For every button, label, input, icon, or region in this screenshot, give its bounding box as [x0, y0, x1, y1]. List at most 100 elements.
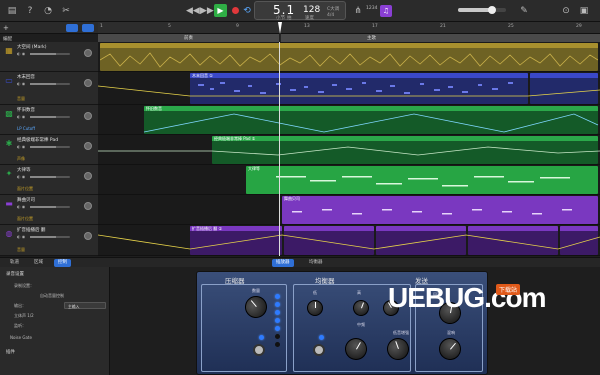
track-pan-knob[interactable]: [84, 112, 92, 120]
editors-icon[interactable]: ✂: [60, 5, 72, 17]
master-volume-thumb[interactable]: [488, 6, 496, 14]
track-header[interactable]: ▩ 怀旧数音 ◐ ◉ LP Cutoff: [0, 105, 98, 135]
track-pan-knob[interactable]: [84, 202, 92, 210]
tab-controls[interactable]: 控制: [54, 259, 71, 267]
automation-line[interactable]: [98, 105, 600, 135]
forward-icon[interactable]: ▶▶: [200, 5, 214, 17]
metronome-icon[interactable]: ♫: [380, 5, 392, 17]
eq-bass-knob[interactable]: [307, 300, 323, 316]
track-header[interactable]: ✦ 大律等 ◐ ◉ 面片位置: [0, 165, 98, 195]
track-inspector: 录音设置 录制设置： 自动音量控制 输出： 主输入 立体声 1/2 监听： No…: [0, 267, 110, 375]
tab-eq[interactable]: 均衡器: [305, 259, 327, 267]
rewind-icon[interactable]: ◀◀: [186, 5, 200, 17]
lcd-key: C大调: [327, 7, 340, 12]
smart-tempo-icon[interactable]: [82, 24, 94, 32]
watermark-logo: UEBUG.com 下载站: [388, 282, 548, 322]
region[interactable]: 舞曲贝司: [282, 196, 598, 224]
record-button[interactable]: [232, 7, 239, 14]
count-in[interactable]: 1234: [366, 6, 377, 11]
track-volume-slider[interactable]: [30, 236, 70, 238]
add-track-icon[interactable]: +: [3, 24, 9, 32]
meter-led: [275, 294, 280, 299]
automation-line[interactable]: [98, 135, 600, 165]
track-volume-slider[interactable]: [30, 116, 70, 118]
track-name: 大律等: [17, 168, 31, 173]
eq-on-led[interactable]: [319, 335, 324, 340]
track-header[interactable]: ▦ 大空间 (Mark) ◐ ◉: [0, 42, 98, 72]
media-browser-icon[interactable]: ▣: [578, 5, 590, 17]
mute-solo[interactable]: ◐ ◉: [17, 234, 25, 239]
library-icon[interactable]: ▤: [6, 5, 18, 17]
track-pan-knob[interactable]: [84, 79, 92, 87]
region[interactable]: [100, 43, 598, 71]
track-volume-slider[interactable]: [30, 146, 70, 148]
automation-param[interactable]: 音量: [17, 247, 25, 253]
track-name: 怀旧数音: [17, 108, 35, 113]
lcd-display[interactable]: 5.1 小节 拍 128 速度 C大调 4/4: [254, 1, 346, 21]
tab-region[interactable]: 区域: [30, 259, 47, 267]
track-name: 经典极端非常棒 Pad: [17, 138, 59, 143]
track-pan-knob[interactable]: [84, 172, 92, 180]
section-intro[interactable]: 前奏: [98, 34, 280, 42]
tuner-icon[interactable]: ⋔: [352, 5, 364, 17]
ruler-mark: 1: [100, 24, 103, 29]
track-pan-knob[interactable]: [84, 49, 92, 57]
lcd-tempo-label: 速度: [305, 16, 314, 21]
track-name: 舞曲贝司: [17, 198, 35, 203]
help-icon[interactable]: ?: [24, 5, 36, 17]
automation-param[interactable]: 面片位置: [17, 186, 33, 192]
master-volume-slider[interactable]: [458, 6, 506, 14]
mute-solo[interactable]: ◐ ◉: [17, 114, 25, 119]
section-label: 前奏: [184, 36, 193, 41]
input-select[interactable]: 主输入: [64, 302, 106, 309]
track-volume-slider[interactable]: [30, 176, 70, 178]
play-button[interactable]: ▶: [214, 4, 227, 17]
region[interactable]: 大律等: [246, 166, 598, 194]
automation-param[interactable]: 音量: [17, 96, 25, 102]
track-volume-slider[interactable]: [30, 206, 70, 208]
playhead[interactable]: [278, 22, 282, 34]
catch-playhead-icon[interactable]: [66, 24, 78, 32]
mute-solo[interactable]: ◐ ◉: [17, 81, 25, 86]
section-verse[interactable]: 主歌: [281, 34, 600, 42]
meter-led: [275, 310, 280, 315]
track-volume-slider[interactable]: [30, 53, 70, 55]
arrangement-track: 前奏 主歌: [98, 34, 600, 42]
plugins-label[interactable]: 插件: [6, 349, 15, 355]
track-header[interactable]: ✱ 经典极端非常棒 Pad ◐ ◉ 声像: [0, 135, 98, 165]
tab-track[interactable]: 轨道: [6, 259, 23, 267]
track-pan-knob[interactable]: [84, 142, 92, 150]
cycle-icon[interactable]: ⟲: [241, 5, 253, 17]
track-header[interactable]: ▭ 木末回音 ◐ ◉ 音量: [0, 72, 98, 105]
ruler-mark: 13: [304, 24, 310, 29]
mute-solo[interactable]: ◐ ◉: [17, 51, 25, 56]
track-header[interactable]: ▬ 舞曲贝司 ◐ ◉ 面片位置: [0, 195, 98, 225]
mute-solo[interactable]: ◐ ◉: [17, 174, 25, 179]
tab-player[interactable]: 插放器: [272, 259, 294, 267]
timeline-ruler[interactable]: 1 5 9 13 17 21 25 29: [98, 22, 600, 34]
track-name: 木末回音: [17, 75, 35, 80]
mute-solo[interactable]: ◐ ◉: [17, 144, 25, 149]
mute-solo[interactable]: ◐ ◉: [17, 204, 25, 209]
tracks-area[interactable]: 木末回音 ① 怀旧数音 经典极端非常棒 Pad ① 大律等 舞曲贝司 扩音插播后…: [98, 42, 600, 256]
automation-line[interactable]: [98, 225, 600, 256]
track-header[interactable]: ◍ 扩音插播后 翻 ◐ ◉ 音量: [0, 225, 98, 256]
pad-icon: ✱: [5, 139, 13, 148]
loops-icon[interactable]: ⊙: [560, 5, 572, 17]
automation-param[interactable]: 面片位置: [17, 216, 33, 222]
notepad-icon[interactable]: ✎: [518, 5, 530, 17]
smart-controls-icon[interactable]: ◔: [42, 5, 54, 17]
noise-gate-label[interactable]: Noise Gate: [10, 335, 32, 340]
automation-param[interactable]: LP Cutoff: [17, 126, 35, 131]
section-label: 主歌: [367, 36, 376, 41]
bass-icon: ▭: [5, 76, 13, 85]
knob-label: 低: [313, 290, 317, 295]
compressor-on-led[interactable]: [259, 335, 264, 340]
automation-param[interactable]: 声像: [17, 156, 25, 162]
ruler-mark: 9: [236, 24, 239, 29]
track-pan-knob[interactable]: [84, 232, 92, 240]
track-volume-slider[interactable]: [30, 83, 70, 85]
lcd-signature: 4/4: [327, 13, 335, 18]
automation-line[interactable]: [98, 72, 600, 105]
control-bar: ▤ ? ◔ ✂ ◀◀ ▶▶ ▶ ⟲ 5.1 小节 拍 128 速度 C大调 4/…: [0, 0, 600, 22]
